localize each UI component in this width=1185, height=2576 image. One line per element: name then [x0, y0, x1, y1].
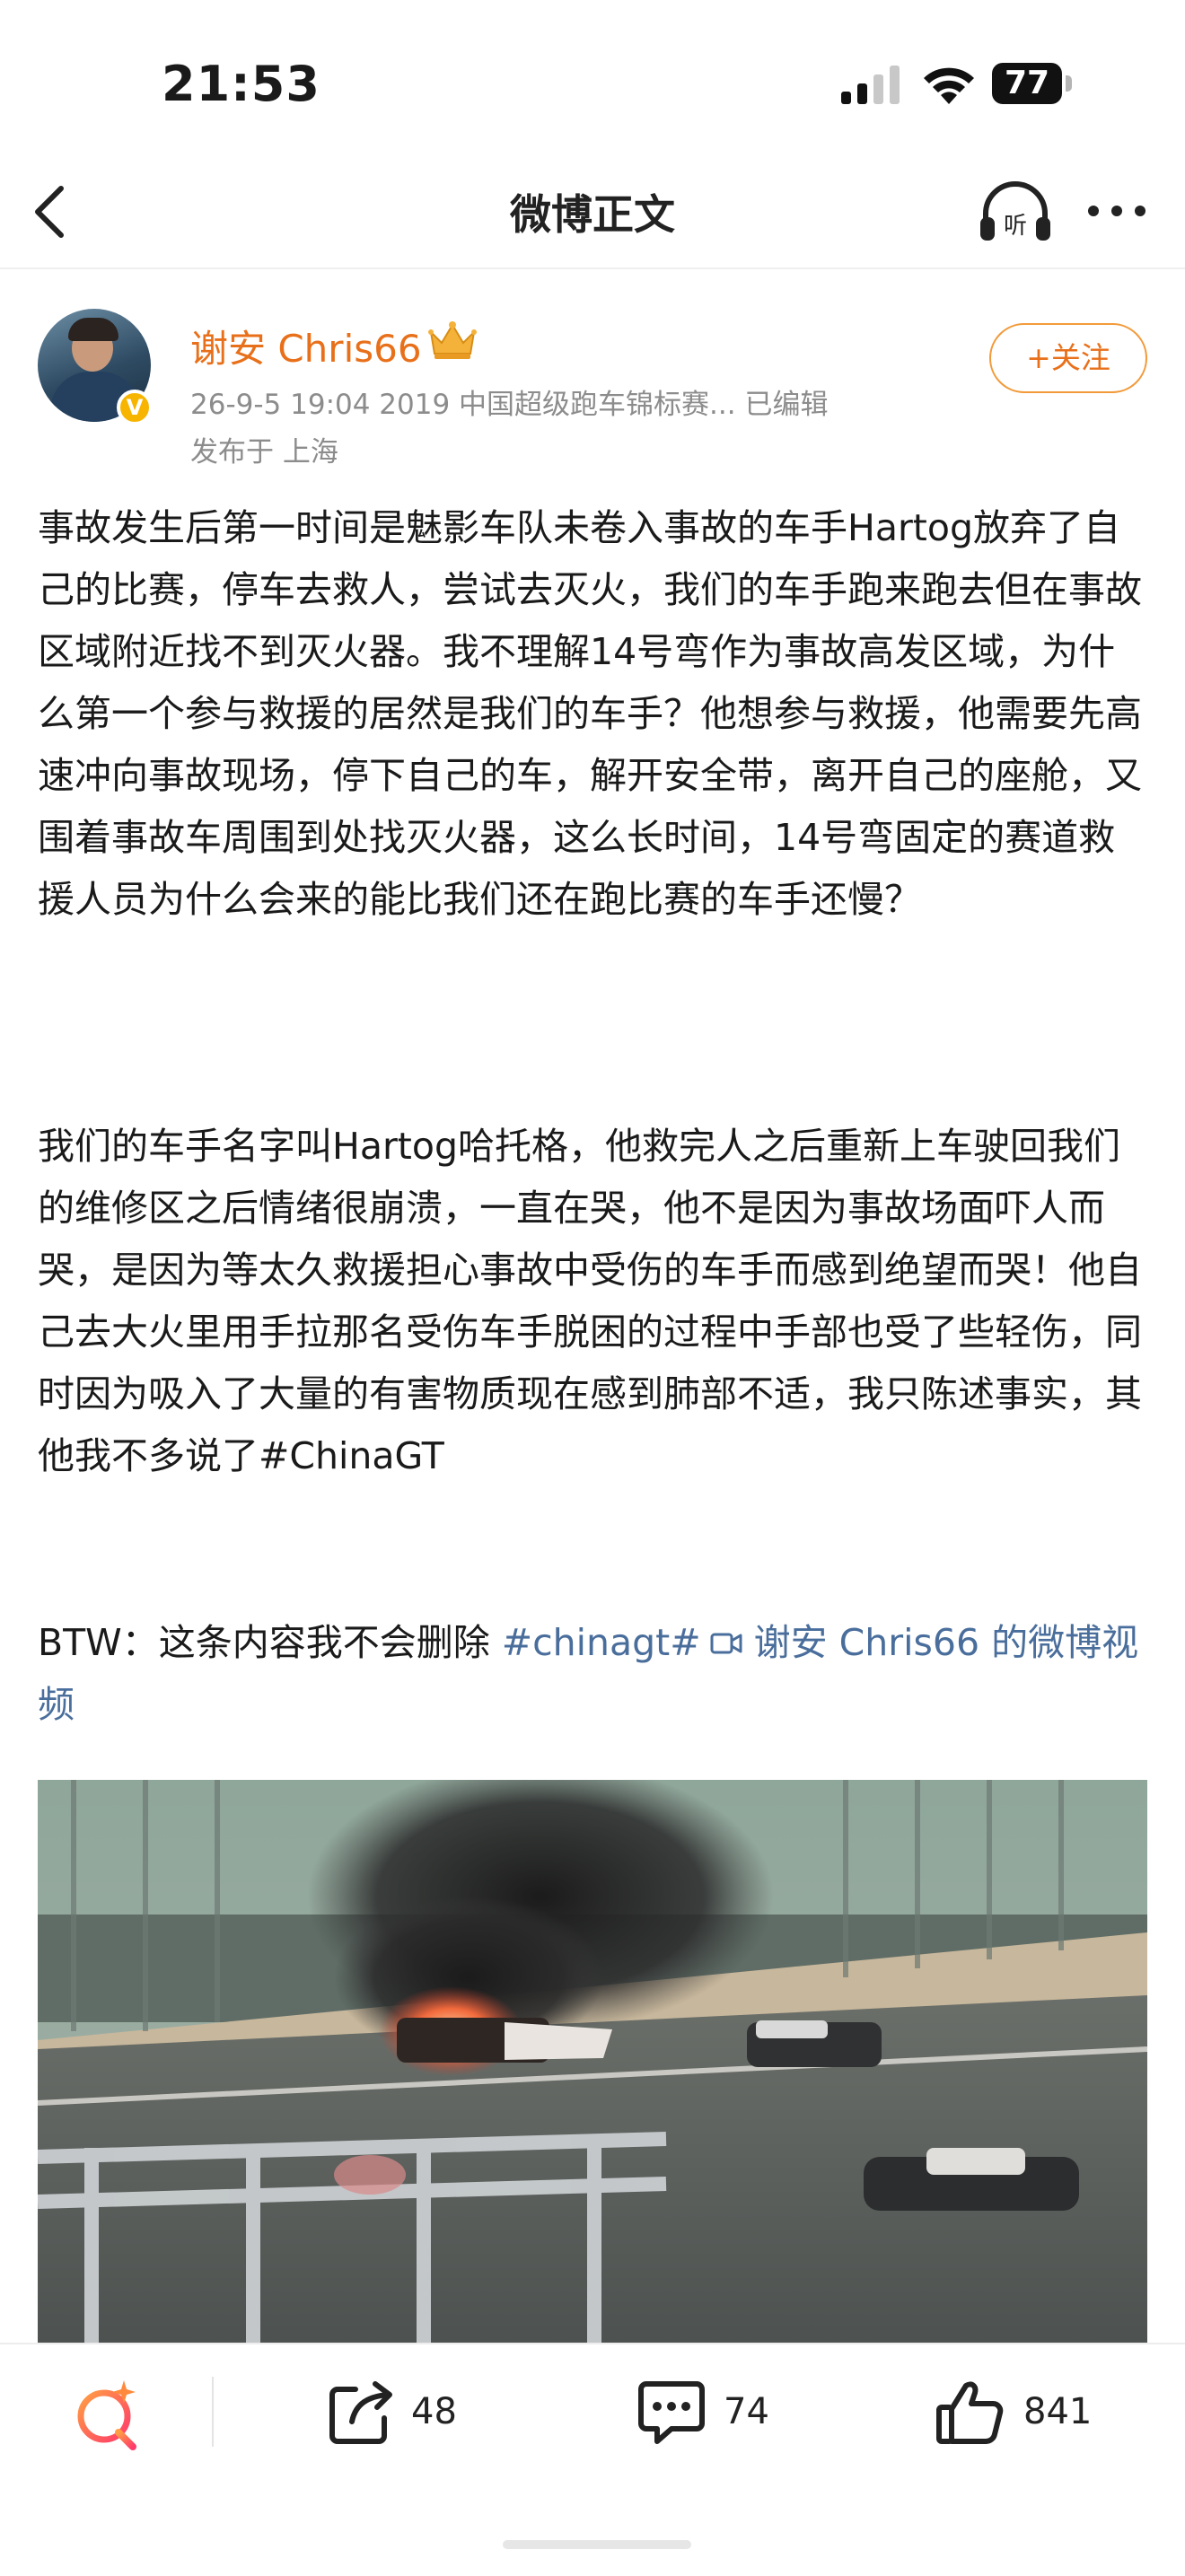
post-paragraph: 我们的车手名字叫Hartog哈托格，他救完人之后重新上车驶回我们的维修区之后情绪… [38, 1125, 1142, 1477]
status-time: 21:53 [162, 56, 320, 112]
post-paragraph: 事故发生后第一时间是魅影车队未卷入事故的车手Hartog放弃了自己的比赛，停车去… [38, 506, 1142, 921]
comment-button[interactable]: 74 [636, 2377, 797, 2449]
svg-text:听: 听 [1004, 213, 1027, 240]
verified-badge-icon: V [117, 390, 153, 425]
share-icon [329, 2381, 392, 2444]
comment-count: 74 [724, 2391, 769, 2432]
hashtag-link[interactable]: #chinagt# [502, 1621, 701, 1664]
post-location: 发布于 上海 [190, 436, 338, 469]
ai-search-icon[interactable] [70, 2377, 147, 2454]
bar-divider [212, 2377, 214, 2447]
repost-button[interactable]: 48 [325, 2377, 487, 2449]
post-text: BTW：这条内容我不会删除 [38, 1621, 502, 1664]
thumbs-up-icon [936, 2381, 1004, 2444]
more-options-icon[interactable] [1084, 202, 1149, 220]
cellular-signal-icon [841, 66, 900, 104]
home-indicator [503, 2540, 691, 2549]
listen-headphones-icon[interactable]: 听 [977, 180, 1054, 244]
video-icon [710, 1633, 742, 1654]
like-button[interactable]: 841 [934, 2377, 1113, 2449]
battery-level: 77 [1004, 65, 1050, 101]
wifi-icon [924, 67, 974, 104]
crown-icon[interactable] [426, 320, 479, 361]
nav-divider [0, 267, 1185, 269]
battery-icon: 77 [992, 63, 1075, 104]
author-name[interactable]: 谢安 Chris66 [190, 319, 422, 373]
post-meta: 26-9-5 19:04 2019 中国超级跑车锦标赛... 已编辑 [190, 389, 829, 421]
follow-button[interactable]: +关注 [989, 323, 1147, 393]
comment-icon [638, 2381, 705, 2444]
post-paragraph: BTW：这条内容我不会删除 #chinagt# 谢安 Chris66 的微博视频 [38, 1612, 1147, 1736]
like-count: 841 [1023, 2391, 1093, 2432]
repost-count: 48 [411, 2391, 457, 2432]
post-image[interactable] [38, 1780, 1147, 2343]
